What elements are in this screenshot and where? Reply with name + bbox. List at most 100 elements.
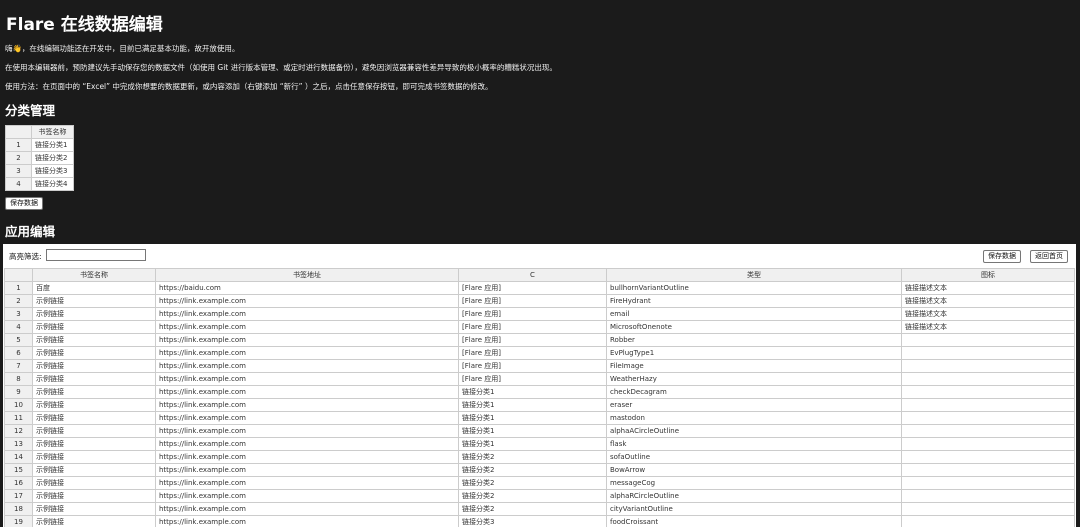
table-cell[interactable]: 示例链接 (32, 359, 156, 373)
table-cell[interactable]: https://link.example.com (155, 307, 459, 321)
table-cell[interactable]: mastodon (606, 411, 902, 425)
table-cell[interactable]: 链接分类1 (458, 424, 607, 438)
table-cell[interactable] (901, 463, 1075, 477)
table-cell[interactable] (901, 515, 1075, 527)
back-home-button[interactable]: 返回首页 (1030, 250, 1068, 263)
table-cell[interactable]: https://baidu.com (155, 281, 459, 295)
table-cell[interactable]: 链接分类2 (458, 502, 607, 516)
table-cell[interactable]: [Flare 应用] (458, 346, 607, 360)
table-cell[interactable]: 链接分类2 (458, 489, 607, 503)
table-cell[interactable] (901, 476, 1075, 490)
table-cell[interactable]: 链接分类2 (458, 476, 607, 490)
table-cell[interactable]: https://link.example.com (155, 346, 459, 360)
table-cell[interactable]: https://link.example.com (155, 437, 459, 451)
table-cell[interactable]: 示例链接 (32, 294, 156, 308)
category-cell[interactable]: 链接分类3 (31, 164, 74, 178)
table-cell[interactable]: 示例链接 (32, 320, 156, 334)
table-cell[interactable] (901, 437, 1075, 451)
table-cell[interactable]: EvPlugType1 (606, 346, 902, 360)
table-cell[interactable]: 链接分类1 (458, 398, 607, 412)
table-cell[interactable]: 示例链接 (32, 398, 156, 412)
table-cell[interactable]: MicrosoftOnenote (606, 320, 902, 334)
table-cell[interactable]: https://link.example.com (155, 359, 459, 373)
column-header[interactable]: 书签地址 (155, 268, 459, 282)
table-cell[interactable]: https://link.example.com (155, 333, 459, 347)
column-header[interactable]: 图标 (901, 268, 1075, 282)
table-cell[interactable]: FileImage (606, 359, 902, 373)
table-cell[interactable] (901, 450, 1075, 464)
table-cell[interactable]: 示例链接 (32, 424, 156, 438)
category-cell[interactable]: 链接分类4 (31, 177, 74, 191)
table-cell[interactable]: 示例链接 (32, 463, 156, 477)
table-cell[interactable]: [Flare 应用] (458, 333, 607, 347)
table-cell[interactable]: flask (606, 437, 902, 451)
highlight-filter-input[interactable] (46, 249, 146, 261)
table-cell[interactable] (901, 411, 1075, 425)
table-cell[interactable]: https://link.example.com (155, 489, 459, 503)
table-cell[interactable]: 示例链接 (32, 489, 156, 503)
table-cell[interactable]: [Flare 应用] (458, 372, 607, 386)
save-category-button[interactable]: 保存数据 (5, 197, 43, 210)
table-cell[interactable]: 示例链接 (32, 385, 156, 399)
table-cell[interactable]: [Flare 应用] (458, 281, 607, 295)
table-cell[interactable]: messageCog (606, 476, 902, 490)
table-cell[interactable]: https://link.example.com (155, 372, 459, 386)
table-cell[interactable] (901, 489, 1075, 503)
table-cell[interactable]: 链接描述文本 (901, 307, 1075, 321)
table-cell[interactable]: 示例链接 (32, 307, 156, 321)
table-cell[interactable]: sofaOutline (606, 450, 902, 464)
table-cell[interactable]: 示例链接 (32, 437, 156, 451)
table-cell[interactable]: 链接分类2 (458, 450, 607, 464)
table-cell[interactable]: 示例链接 (32, 476, 156, 490)
table-cell[interactable]: https://link.example.com (155, 424, 459, 438)
column-header[interactable]: C (458, 268, 607, 282)
table-cell[interactable]: 链接分类3 (458, 515, 607, 527)
table-cell[interactable]: 链接分类2 (458, 463, 607, 477)
table-cell[interactable]: eraser (606, 398, 902, 412)
table-cell[interactable]: cityVariantOutline (606, 502, 902, 516)
table-cell[interactable]: https://link.example.com (155, 515, 459, 527)
table-cell[interactable]: [Flare 应用] (458, 359, 607, 373)
table-cell[interactable]: alphaRCircleOutline (606, 489, 902, 503)
table-cell[interactable]: 链接分类1 (458, 411, 607, 425)
table-cell[interactable]: foodCroissant (606, 515, 902, 527)
column-header[interactable]: 类型 (606, 268, 902, 282)
table-cell[interactable]: 链接描述文本 (901, 294, 1075, 308)
table-cell[interactable]: https://link.example.com (155, 476, 459, 490)
table-cell[interactable]: 示例链接 (32, 346, 156, 360)
column-header[interactable]: 书签名称 (32, 268, 156, 282)
category-cell[interactable]: 链接分类2 (31, 151, 74, 165)
table-cell[interactable]: [Flare 应用] (458, 307, 607, 321)
table-cell[interactable]: 示例链接 (32, 333, 156, 347)
table-cell[interactable]: [Flare 应用] (458, 294, 607, 308)
table-cell[interactable]: BowArrow (606, 463, 902, 477)
table-cell[interactable]: alphaACircleOutline (606, 424, 902, 438)
table-cell[interactable]: 示例链接 (32, 515, 156, 527)
table-cell[interactable]: 示例链接 (32, 411, 156, 425)
category-cell[interactable]: 链接分类1 (31, 138, 74, 152)
table-cell[interactable]: bullhornVariantOutline (606, 281, 902, 295)
table-cell[interactable]: https://link.example.com (155, 294, 459, 308)
table-cell[interactable]: 链接分类1 (458, 437, 607, 451)
table-cell[interactable]: https://link.example.com (155, 463, 459, 477)
table-cell[interactable] (901, 333, 1075, 347)
table-cell[interactable]: https://link.example.com (155, 411, 459, 425)
table-cell[interactable]: WeatherHazy (606, 372, 902, 386)
table-cell[interactable]: checkDecagram (606, 385, 902, 399)
table-cell[interactable]: 百度 (32, 281, 156, 295)
table-cell[interactable] (901, 398, 1075, 412)
table-cell[interactable]: [Flare 应用] (458, 320, 607, 334)
table-cell[interactable]: https://link.example.com (155, 385, 459, 399)
table-cell[interactable]: https://link.example.com (155, 398, 459, 412)
table-cell[interactable] (901, 502, 1075, 516)
table-cell[interactable]: Robber (606, 333, 902, 347)
table-cell[interactable]: 示例链接 (32, 502, 156, 516)
table-cell[interactable] (901, 372, 1075, 386)
table-cell[interactable]: 示例链接 (32, 372, 156, 386)
table-cell[interactable] (901, 346, 1075, 360)
table-cell[interactable] (901, 359, 1075, 373)
table-cell[interactable]: FireHydrant (606, 294, 902, 308)
table-cell[interactable]: https://link.example.com (155, 450, 459, 464)
table-cell[interactable]: email (606, 307, 902, 321)
table-cell[interactable]: 链接分类1 (458, 385, 607, 399)
